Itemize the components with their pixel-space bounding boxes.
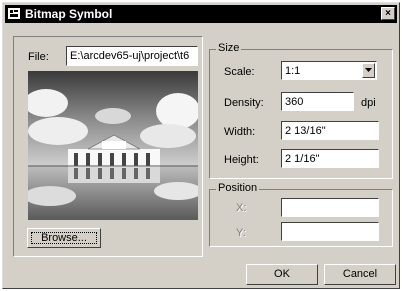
file-label: File: [28,51,49,63]
ok-button[interactable]: OK [246,264,318,285]
height-label: Height: [224,154,259,166]
y-label: Y: [236,227,246,239]
density-unit: dpi [361,97,376,109]
x-label: X: [236,202,247,214]
position-y-field[interactable] [281,222,379,241]
bitmap-preview [28,71,198,220]
scale-label: Scale: [224,66,255,78]
width-field[interactable]: 2 13/16" [281,121,379,140]
bitmap-preview-image [28,71,198,220]
window-title: Bitmap Symbol [25,7,113,21]
width-label: Width: [224,126,256,138]
chevron-down-icon [365,68,372,72]
ok-label: OK [274,268,290,280]
cancel-button[interactable]: Cancel [324,264,396,285]
density-label: Density: [224,97,264,109]
browse-button[interactable]: Browse... [27,228,101,248]
browse-focus-ring [31,232,97,244]
height-field[interactable]: 2 1/16" [281,149,379,168]
file-panel: File: E:\arcdev65-uj\project\t6 [13,36,203,257]
cancel-label: Cancel [342,268,378,280]
file-path-field[interactable]: E:\arcdev65-uj\project\t6 [66,46,198,66]
size-legend: Size [216,42,242,54]
scale-dropdown[interactable]: 1:1 [281,61,377,80]
bitmap-app-icon [8,8,20,19]
position-group: Position X: Y: [209,182,393,247]
scale-value: 1:1 [285,65,301,77]
density-field[interactable]: 360 [281,92,354,111]
bitmap-symbol-dialog: Bitmap Symbol × File: E:\arcdev65-uj\pro… [2,2,400,289]
title-bar: Bitmap Symbol × [5,5,397,23]
close-icon: × [385,8,391,19]
size-group: Size Scale: 1:1 Density: 360 dpi Width: … [209,42,393,179]
position-legend: Position [216,182,260,194]
close-button[interactable]: × [381,7,395,20]
position-x-field[interactable] [281,198,379,217]
scale-dropdown-button[interactable] [362,63,375,78]
